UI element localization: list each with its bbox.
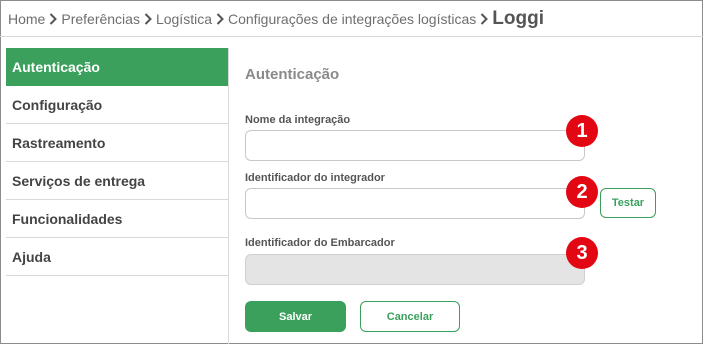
sidebar-item-funcionalidades[interactable]: Funcionalidades — [6, 200, 228, 238]
integration-name-input[interactable] — [245, 130, 585, 161]
sidebar-item-autenticacao[interactable]: Autenticação — [6, 48, 228, 86]
callout-badge-1: 1 — [566, 115, 598, 147]
breadcrumb-home[interactable]: Home — [8, 11, 45, 27]
breadcrumb-logistica[interactable]: Logística — [156, 11, 212, 27]
chevron-right-icon — [140, 13, 156, 25]
sidebar-item-rastreamento[interactable]: Rastreamento — [6, 124, 228, 162]
section-title: Autenticação — [245, 66, 340, 83]
breadcrumb-preferencias[interactable]: Preferências — [61, 11, 140, 27]
integration-name-label: Nome da integração — [245, 114, 351, 126]
chevron-right-icon — [45, 13, 61, 25]
sidebar-item-configuracao[interactable]: Configuração — [6, 86, 228, 124]
shipper-id-label: Identificador do Embarcador — [245, 237, 395, 249]
chevron-right-icon — [476, 13, 492, 25]
save-button[interactable]: Salvar — [245, 301, 346, 332]
cancel-button[interactable]: Cancelar — [360, 301, 460, 332]
sidebar-item-servicos-de-entrega[interactable]: Serviços de entrega — [6, 162, 228, 200]
chevron-right-icon — [212, 13, 228, 25]
callout-badge-2: 2 — [566, 176, 598, 208]
test-button[interactable]: Testar — [600, 188, 656, 218]
sidebar-item-ajuda[interactable]: Ajuda — [6, 238, 228, 276]
integrator-id-input[interactable] — [245, 188, 585, 219]
callout-badge-3: 3 — [566, 237, 598, 269]
shipper-id-input — [245, 254, 585, 285]
breadcrumb-current: Loggi — [492, 8, 544, 29]
sidebar: Autenticação Configuração Rastreamento S… — [6, 48, 229, 344]
integrator-id-label: Identificador do integrador — [245, 172, 385, 184]
breadcrumb-divider — [0, 36, 703, 37]
breadcrumb-configuracoes[interactable]: Configurações de integrações logísticas — [228, 11, 476, 27]
breadcrumb: Home Preferências Logística Configuraçõe… — [8, 6, 544, 32]
